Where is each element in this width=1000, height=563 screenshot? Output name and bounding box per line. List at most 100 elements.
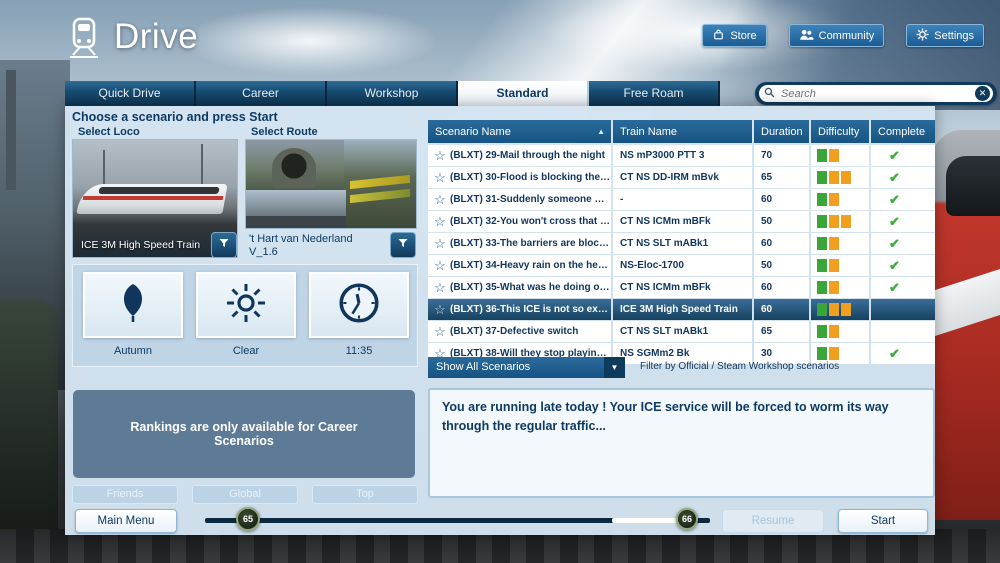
favorite-star-icon[interactable]: ☆ bbox=[430, 148, 450, 164]
store-bag-icon bbox=[712, 28, 725, 44]
scenario-row[interactable]: ☆(BLXT) 34-Heavy rain on the heart of Ne… bbox=[428, 255, 935, 276]
difficulty-bar bbox=[817, 149, 851, 162]
instruction-text: Choose a scenario and press Start bbox=[72, 110, 278, 124]
favorite-star-icon[interactable]: ☆ bbox=[430, 170, 450, 186]
complete-check-icon: ✔ bbox=[889, 280, 900, 296]
weather-tile[interactable] bbox=[196, 272, 296, 338]
search-icon bbox=[759, 85, 775, 103]
scenario-name: (BLXT) 35-What was he doing on the track bbox=[450, 282, 611, 293]
train-name: CT NS DD-IRM mBvk bbox=[613, 167, 752, 188]
loco-filter-button[interactable] bbox=[211, 232, 237, 258]
weather-label: Clear bbox=[196, 345, 296, 357]
scenario-filter-dropdown[interactable]: Show All Scenarios ▼ bbox=[428, 357, 625, 378]
duration: 50 bbox=[754, 211, 809, 232]
difficulty-bar bbox=[817, 303, 851, 316]
filter-funnel-icon bbox=[397, 236, 409, 254]
train-name: ICE 3M High Speed Train bbox=[613, 299, 752, 320]
filter-funnel-icon bbox=[218, 236, 230, 254]
community-people-icon bbox=[799, 28, 814, 44]
sun-icon bbox=[224, 281, 268, 330]
conditions-panel: Autumn Clear 11:35 bbox=[72, 264, 418, 367]
favorite-star-icon[interactable]: ☆ bbox=[430, 324, 450, 340]
favorite-star-icon[interactable]: ☆ bbox=[430, 214, 450, 230]
duration: 60 bbox=[754, 233, 809, 254]
store-button[interactable]: Store bbox=[702, 24, 766, 47]
time-tile[interactable] bbox=[309, 272, 409, 338]
column-difficulty[interactable]: Difficulty bbox=[811, 120, 869, 143]
train-name: CT NS ICMm mBFk bbox=[613, 211, 752, 232]
tab-standard[interactable]: Standard bbox=[458, 81, 589, 106]
scenario-row[interactable]: ☆(BLXT) 31-Suddenly someone was feeling … bbox=[428, 189, 935, 210]
top-button[interactable]: Top bbox=[312, 485, 418, 504]
background-tower bbox=[6, 70, 16, 190]
scenario-name: (BLXT) 33-The barriers are blocked bbox=[450, 238, 611, 249]
route-filter-button[interactable] bbox=[390, 232, 416, 258]
difficulty-bar bbox=[817, 281, 851, 294]
scenario-name-cell: ☆(BLXT) 34-Heavy rain on the heart of Ne… bbox=[428, 255, 611, 276]
friends-button[interactable]: Friends bbox=[72, 485, 178, 504]
train-name: CT NS SLT mABk1 bbox=[613, 233, 752, 254]
settings-button[interactable]: Settings bbox=[906, 24, 984, 47]
scenario-name: (BLXT) 29-Mail through the night bbox=[450, 150, 605, 161]
scenario-name: (BLXT) 34-Heavy rain on the heart of Ned… bbox=[450, 260, 611, 271]
selected-loco-name: ICE 3M High Speed Train bbox=[81, 239, 200, 251]
community-button[interactable]: Community bbox=[789, 24, 885, 47]
main-menu-button[interactable]: Main Menu bbox=[75, 509, 177, 533]
favorite-star-icon[interactable]: ☆ bbox=[430, 280, 450, 296]
slider-knob-left[interactable]: 65 bbox=[236, 507, 260, 531]
scenario-row[interactable]: ☆(BLXT) 29-Mail through the nightNS mP30… bbox=[428, 145, 935, 166]
scenario-row[interactable]: ☆(BLXT) 33-The barriers are blockedCT NS… bbox=[428, 233, 935, 254]
duration: 60 bbox=[754, 299, 809, 320]
column-duration[interactable]: Duration bbox=[754, 120, 809, 143]
drive-screen: Drive Store Community Settings Quick Dri… bbox=[0, 0, 1000, 563]
season-tile[interactable] bbox=[83, 272, 183, 338]
start-button[interactable]: Start bbox=[838, 509, 928, 533]
difficulty-cell bbox=[811, 233, 869, 254]
tab-bar: Quick Drive Career Workshop Standard Fre… bbox=[65, 81, 720, 106]
duration: 50 bbox=[754, 255, 809, 276]
favorite-star-icon[interactable]: ☆ bbox=[430, 236, 450, 252]
slider-knob-right[interactable]: 66 bbox=[676, 508, 698, 530]
store-button-label: Store bbox=[730, 30, 756, 42]
clear-search-icon[interactable]: ✕ bbox=[975, 86, 990, 101]
scenario-row[interactable]: ☆(BLXT) 30-Flood is blocking the tracksC… bbox=[428, 167, 935, 188]
train-name: CT NS SLT mABk1 bbox=[613, 321, 752, 342]
tab-career[interactable]: Career bbox=[196, 81, 327, 106]
scenario-row[interactable]: ☆(BLXT) 37-Defective switchCT NS SLT mAB… bbox=[428, 321, 935, 342]
train-name: CT NS ICMm mBFk bbox=[613, 277, 752, 298]
selected-route-name: 't Hart van Nederland V_1.6 bbox=[249, 233, 379, 259]
column-train-name[interactable]: Train Name bbox=[613, 120, 752, 143]
scenario-row[interactable]: ☆(BLXT) 32-You won't cross that bridge !… bbox=[428, 211, 935, 232]
scenario-rows: ☆(BLXT) 29-Mail through the nightNS mP30… bbox=[428, 145, 935, 364]
page-title: Drive bbox=[114, 17, 198, 57]
favorite-star-icon[interactable]: ☆ bbox=[430, 302, 450, 318]
column-scenario-name[interactable]: Scenario Name ▲ bbox=[428, 120, 611, 143]
leaf-icon bbox=[113, 281, 153, 330]
scenario-row[interactable]: ☆(BLXT) 35-What was he doing on the trac… bbox=[428, 277, 935, 298]
favorite-star-icon[interactable]: ☆ bbox=[430, 258, 450, 274]
resume-button[interactable]: Resume bbox=[722, 509, 824, 533]
tab-quick-drive[interactable]: Quick Drive bbox=[65, 81, 196, 106]
table-header: Scenario Name ▲ Train Name Duration Diff… bbox=[428, 120, 935, 143]
search-input[interactable] bbox=[779, 87, 953, 101]
complete-check-icon: ✔ bbox=[889, 192, 900, 208]
difficulty-cell bbox=[811, 321, 869, 342]
duration: 60 bbox=[754, 189, 809, 210]
favorite-star-icon[interactable]: ☆ bbox=[430, 192, 450, 208]
complete-check-icon: ✔ bbox=[889, 236, 900, 252]
global-button[interactable]: Global bbox=[192, 485, 298, 504]
scenario-name-cell: ☆(BLXT) 29-Mail through the night bbox=[428, 145, 611, 166]
complete-cell: ✔ bbox=[871, 255, 935, 276]
complete-check-icon: ✔ bbox=[889, 170, 900, 186]
tab-workshop[interactable]: Workshop bbox=[327, 81, 458, 106]
difficulty-bar bbox=[817, 193, 851, 206]
complete-cell: ✔ bbox=[871, 233, 935, 254]
train-logo-icon bbox=[60, 13, 108, 61]
scenario-row[interactable]: ☆(BLXT) 36-This ICE is not so expressICE… bbox=[428, 299, 935, 320]
column-complete[interactable]: Complete bbox=[871, 120, 935, 143]
scenario-name-cell: ☆(BLXT) 35-What was he doing on the trac… bbox=[428, 277, 611, 298]
selected-route-image[interactable] bbox=[245, 139, 417, 229]
difficulty-cell bbox=[811, 189, 869, 210]
scenario-filter-value: Show All Scenarios bbox=[436, 361, 530, 373]
tab-free-roam[interactable]: Free Roam bbox=[589, 81, 720, 106]
